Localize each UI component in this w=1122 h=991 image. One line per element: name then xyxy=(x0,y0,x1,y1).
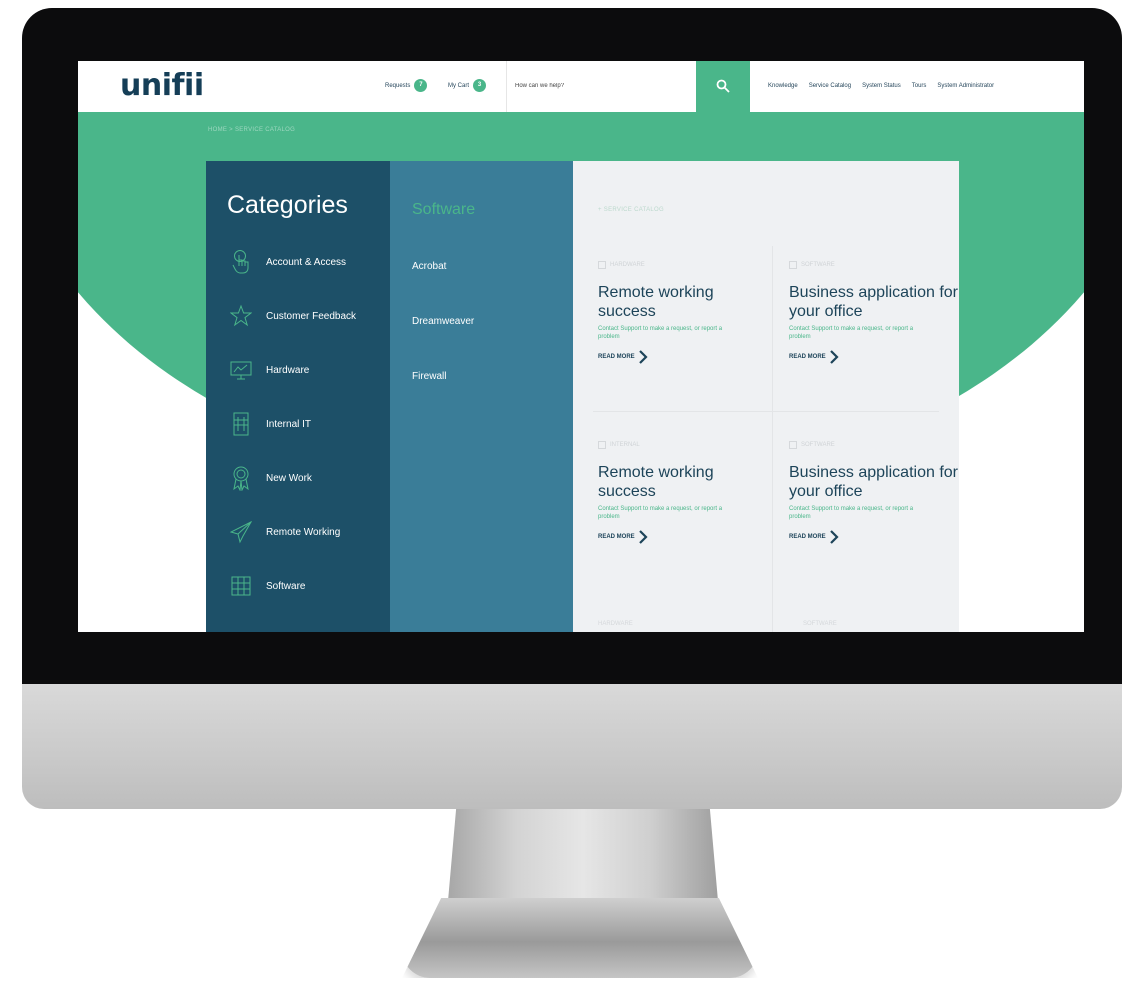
software-item-acrobat[interactable]: Acrobat xyxy=(412,261,446,272)
read-more-label: READ MORE xyxy=(789,534,826,540)
chevron-right-icon xyxy=(829,350,839,364)
categories-panel: Categories Account & Access Customer Fee… xyxy=(206,161,390,632)
award-badge-icon xyxy=(233,466,249,491)
category-label: Software xyxy=(266,581,306,592)
card-tag-partial: HARDWARE xyxy=(598,621,633,627)
read-more-link[interactable]: READ MORE xyxy=(598,350,768,364)
building-icon xyxy=(233,412,249,436)
nav-system-status[interactable]: System Status xyxy=(862,83,901,89)
card-tag: SOFTWARE xyxy=(789,441,959,449)
category-label: Hardware xyxy=(266,365,310,376)
top-navigation-bar: unifii Requests 7 My Cart 3 Knowledge Se… xyxy=(78,61,1084,112)
software-panel-title: Software xyxy=(412,201,476,218)
content-breadcrumb[interactable]: + SERVICE CATALOG xyxy=(598,207,664,213)
software-panel: Software Acrobat Dreamweaver Firewall xyxy=(390,161,573,632)
category-remote-working[interactable]: Remote Working xyxy=(206,517,390,557)
cart-count-badge: 3 xyxy=(473,79,486,92)
card-description: Contact Support to make a request, or re… xyxy=(598,326,723,340)
monitor-stand-neck xyxy=(448,809,718,901)
category-software[interactable]: Software xyxy=(206,571,390,611)
tag-square-icon xyxy=(598,441,606,449)
card-description: Contact Support to make a request, or re… xyxy=(789,506,914,520)
nav-system-administrator[interactable]: System Administrator xyxy=(937,83,994,89)
tag-square-icon xyxy=(789,441,797,449)
paper-plane-icon xyxy=(230,520,252,544)
read-more-link[interactable]: READ MORE xyxy=(789,350,959,364)
service-card: SOFTWARE Business application for your o… xyxy=(789,261,959,364)
screen: unifii Requests 7 My Cart 3 Knowledge Se… xyxy=(78,61,1084,632)
card-divider-vertical xyxy=(772,246,773,632)
categories-title: Categories xyxy=(227,191,348,219)
category-label: Account & Access xyxy=(266,257,347,268)
chevron-right-icon xyxy=(638,530,648,544)
monitor-chin xyxy=(22,684,1122,809)
tag-square-icon xyxy=(789,261,797,269)
card-tag-label: HARDWARE xyxy=(610,262,645,268)
star-icon xyxy=(230,304,252,327)
service-card: HARDWARE Remote working success Contact … xyxy=(598,261,768,364)
category-new-work[interactable]: New Work xyxy=(206,463,390,503)
software-item-firewall[interactable]: Firewall xyxy=(412,371,446,382)
category-account-access[interactable]: Account & Access xyxy=(206,247,390,287)
card-tag: INTERNAL xyxy=(598,441,768,449)
card-tag: SOFTWARE xyxy=(789,261,959,269)
monitor-chart-icon xyxy=(230,361,252,380)
card-title[interactable]: Business application for your office xyxy=(789,463,959,501)
card-divider-horizontal xyxy=(593,411,939,412)
search-input[interactable] xyxy=(513,78,692,94)
card-tag-partial: SOFTWARE xyxy=(803,621,837,627)
category-label: Customer Feedback xyxy=(266,311,357,322)
read-more-link[interactable]: READ MORE xyxy=(789,530,959,544)
nav-service-catalog[interactable]: Service Catalog xyxy=(809,83,851,89)
card-tag-label: SOFTWARE xyxy=(801,262,835,268)
requests-link[interactable]: Requests 7 xyxy=(385,79,428,92)
content-panel: + SERVICE CATALOG HARDWARE Remote workin… xyxy=(573,161,959,632)
requests-count-badge: 7 xyxy=(414,79,428,92)
hand-pointer-icon xyxy=(232,250,249,274)
card-title[interactable]: Business application for your office xyxy=(789,283,959,321)
category-internal-it[interactable]: Internal IT xyxy=(206,409,390,449)
card-tag-label: SOFTWARE xyxy=(801,442,835,448)
category-hardware[interactable]: Hardware xyxy=(206,355,390,395)
software-item-dreamweaver[interactable]: Dreamweaver xyxy=(412,316,474,327)
read-more-label: READ MORE xyxy=(598,354,635,360)
category-label: Remote Working xyxy=(266,527,341,538)
logo[interactable]: unifii xyxy=(120,68,204,103)
search-button[interactable] xyxy=(696,61,750,112)
search-icon xyxy=(716,79,730,93)
requests-label: Requests xyxy=(385,82,411,89)
read-more-label: READ MORE xyxy=(789,354,826,360)
card-description: Contact Support to make a request, or re… xyxy=(789,326,914,340)
service-card: SOFTWARE Business application for your o… xyxy=(789,441,959,544)
my-cart-link[interactable]: My Cart 3 xyxy=(448,79,486,92)
card-title[interactable]: Remote working success xyxy=(598,283,768,321)
nav-tours[interactable]: Tours xyxy=(912,83,927,89)
search-container xyxy=(506,61,697,112)
breadcrumb[interactable]: HOME > SERVICE CATALOG xyxy=(208,127,295,133)
read-more-label: READ MORE xyxy=(598,534,635,540)
my-cart-label: My Cart xyxy=(448,82,469,89)
card-tag: HARDWARE xyxy=(598,261,768,269)
main-nav: Knowledge Service Catalog System Status … xyxy=(768,83,994,89)
tag-square-icon xyxy=(598,261,606,269)
category-customer-feedback[interactable]: Customer Feedback xyxy=(206,301,390,341)
card-description: Contact Support to make a request, or re… xyxy=(598,506,723,520)
nav-knowledge[interactable]: Knowledge xyxy=(768,83,798,89)
chevron-right-icon xyxy=(638,350,648,364)
monitor-stand-base xyxy=(402,898,758,978)
card-title[interactable]: Remote working success xyxy=(598,463,768,501)
category-label: New Work xyxy=(266,473,312,484)
read-more-link[interactable]: READ MORE xyxy=(598,530,768,544)
service-card: INTERNAL Remote working success Contact … xyxy=(598,441,768,544)
grid-icon xyxy=(231,576,251,596)
category-label: Internal IT xyxy=(266,419,312,430)
chevron-right-icon xyxy=(829,530,839,544)
card-tag-label: INTERNAL xyxy=(610,442,640,448)
